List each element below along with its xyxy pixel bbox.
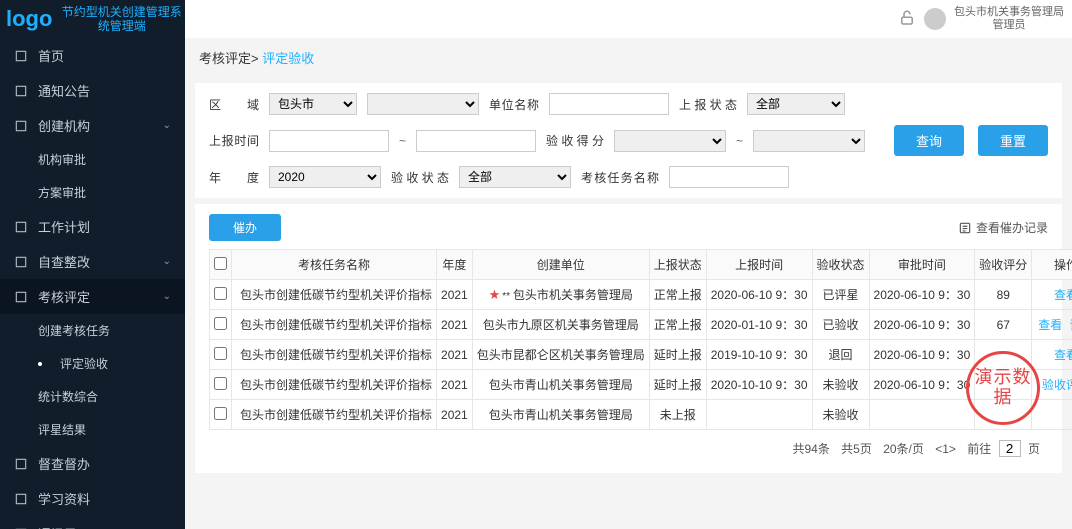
table-row: 包头市创建低碳节约型机关评价指标2021包头市昆都仑区机关事务管理局延时上报20… xyxy=(210,340,1072,370)
col-header: 验收状态 xyxy=(812,250,869,280)
star-icon: ★ xyxy=(489,287,501,302)
col-header: 年度 xyxy=(437,250,473,280)
nav-icon xyxy=(14,84,28,98)
col-header: 操作 xyxy=(1032,250,1072,280)
label-accept-status: 验收状态 xyxy=(391,169,449,186)
sidebar: 首页通知公告创建机构⌄机构审批方案审批工作计划自查整改⌄考核评定⌄创建考核任务评… xyxy=(0,38,185,529)
sidebar-item[interactable]: 通知公告 xyxy=(0,73,185,108)
label-unit: 单位名称 xyxy=(489,96,539,113)
task-name-input[interactable] xyxy=(669,166,789,188)
label-year: 年度 xyxy=(209,169,259,186)
result-table: 考核任务名称年度创建单位上报状态上报时间验收状态审批时间验收评分操作 包头市创建… xyxy=(209,249,1072,430)
sidebar-item[interactable]: 创建机构⌄ xyxy=(0,108,185,143)
list-icon xyxy=(958,221,972,235)
chevron-down-icon: ⌄ xyxy=(163,256,171,267)
sidebar-item[interactable]: 督查督办 xyxy=(0,446,185,481)
sidebar-item[interactable]: 工作计划 xyxy=(0,209,185,244)
col-header: 上报时间 xyxy=(706,250,812,280)
sidebar-subitem[interactable]: 创建考核任务 xyxy=(0,314,185,347)
lock-icon[interactable] xyxy=(898,9,916,30)
col-header: 上报状态 xyxy=(649,250,706,280)
label-task-name: 考核任务名称 xyxy=(581,169,659,186)
col-header xyxy=(210,250,232,280)
select-all-checkbox[interactable] xyxy=(214,257,227,270)
filter-panel: 区域 包头市 单位名称 上报状态 全部 上报时间 ~ 验收得分 ~ 查询 重置 xyxy=(195,83,1062,198)
col-header: 考核任务名称 xyxy=(232,250,437,280)
sidebar-item[interactable]: 自查整改⌄ xyxy=(0,244,185,279)
row-checkbox[interactable] xyxy=(214,347,227,360)
op-link[interactable]: 查看 xyxy=(1054,348,1072,362)
view-urge-record[interactable]: 查看催办记录 xyxy=(958,219,1048,236)
sidebar-subitem[interactable]: 统计数综合 xyxy=(0,380,185,413)
col-header: 审批时间 xyxy=(869,250,975,280)
sidebar-subitem[interactable]: 方案审批 xyxy=(0,176,185,209)
score-from-select[interactable] xyxy=(614,130,726,152)
table-row: 包头市创建低碳节约型机关评价指标2021★** 包头市机关事务管理局正常上报20… xyxy=(210,280,1072,310)
nav-icon xyxy=(14,49,28,63)
user-info: 包头市机关事务管理局 管理员 xyxy=(954,6,1064,32)
sidebar-item[interactable]: 通讯录 xyxy=(0,516,185,529)
avatar[interactable] xyxy=(924,8,946,30)
sidebar-subitem[interactable]: 评定验收 xyxy=(0,347,185,380)
accept-status-select[interactable]: 全部 xyxy=(459,166,571,188)
table-panel: 催办 查看催办记录 考核任务名称年度创建单位上报状态上报时间验收状态审批时间验收… xyxy=(195,204,1062,473)
logo: logo xyxy=(6,6,52,32)
sidebar-subitem[interactable]: 机构审批 xyxy=(0,143,185,176)
report-time-to[interactable] xyxy=(416,130,536,152)
active-dot-icon xyxy=(38,362,42,366)
breadcrumb: 考核评定> 评定验收 xyxy=(185,38,1072,77)
table-row: 包头市创建低碳节约型机关评价指标2021包头市青山机关事务管理局延时上报2020… xyxy=(210,370,1072,400)
sidebar-item[interactable]: 考核评定⌄ xyxy=(0,279,185,314)
table-row: 包头市创建低碳节约型机关评价指标2021包头市青山机关事务管理局未上报未验收 xyxy=(210,400,1072,430)
row-checkbox[interactable] xyxy=(214,317,227,330)
system-title: 节约型机关创建管理系统管理端 xyxy=(58,5,185,34)
label-report-status: 上报状态 xyxy=(679,96,737,113)
chevron-down-icon: ⌄ xyxy=(163,291,171,302)
nav-icon xyxy=(14,255,28,269)
row-checkbox[interactable] xyxy=(214,287,227,300)
report-time-from[interactable] xyxy=(269,130,389,152)
op-link[interactable]: 查看 xyxy=(1038,318,1062,332)
label-region: 区域 xyxy=(209,96,259,113)
nav-icon xyxy=(14,290,28,304)
op-link[interactable]: 查看 xyxy=(1054,288,1072,302)
region-sub-select[interactable] xyxy=(367,93,479,115)
reset-button[interactable]: 重置 xyxy=(978,125,1048,156)
query-button[interactable]: 查询 xyxy=(894,125,964,156)
score-to-select[interactable] xyxy=(753,130,865,152)
report-status-select[interactable]: 全部 xyxy=(747,93,845,115)
nav-icon xyxy=(14,119,28,133)
chevron-down-icon: ⌄ xyxy=(163,120,171,131)
sidebar-item[interactable]: 首页 xyxy=(0,38,185,73)
col-header: 验收评分 xyxy=(975,250,1032,280)
page-goto-input[interactable] xyxy=(999,440,1021,457)
row-checkbox[interactable] xyxy=(214,377,227,390)
region-select[interactable]: 包头市 xyxy=(269,93,357,115)
unit-input[interactable] xyxy=(549,93,669,115)
op-link[interactable]: 验收评分 xyxy=(1042,378,1072,392)
sidebar-subitem[interactable]: 评星结果 xyxy=(0,413,185,446)
label-report-time: 上报时间 xyxy=(209,132,259,149)
col-header: 创建单位 xyxy=(472,250,649,280)
top-header: logo 节约型机关创建管理系统管理端 包头市机关事务管理局 管理员 xyxy=(0,0,1072,38)
row-checkbox[interactable] xyxy=(214,407,227,420)
year-select[interactable]: 2020 xyxy=(269,166,381,188)
nav-icon xyxy=(14,492,28,506)
pager: 共94条 共5页 20条/页 <1> 前往 页 xyxy=(209,430,1048,457)
nav-icon xyxy=(14,220,28,234)
sidebar-item[interactable]: 学习资料 xyxy=(0,481,185,516)
urge-button[interactable]: 催办 xyxy=(209,214,281,241)
nav-icon xyxy=(14,457,28,471)
table-row: 包头市创建低碳节约型机关评价指标2021包头市九原区机关事务管理局正常上报202… xyxy=(210,310,1072,340)
label-score: 验收得分 xyxy=(546,132,604,149)
